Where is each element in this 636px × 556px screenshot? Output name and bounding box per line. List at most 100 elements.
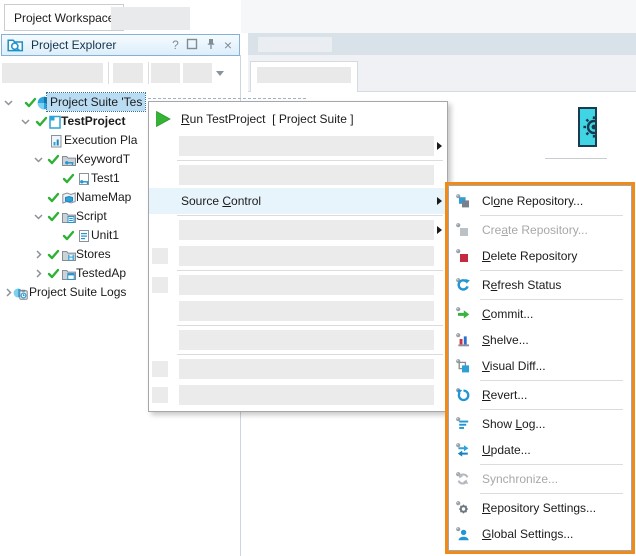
chevron-right-icon[interactable] [32, 248, 45, 261]
menu-item-run-testproject[interactable]: Run TestProject [ Project Suite ] [149, 105, 447, 133]
create-icon [455, 222, 471, 238]
commit-icon [455, 306, 471, 322]
refresh-icon [455, 277, 471, 293]
menu-item-icon-placeholder [152, 248, 168, 264]
submenu-item-repository-settings[interactable]: Repository Settings... [449, 495, 631, 521]
menu-item-label: Clone Repository... [482, 188, 583, 214]
submenu-item-global-settings[interactable]: Global Settings... [449, 521, 631, 547]
show-log-icon [455, 416, 471, 432]
menu-item-label-key: S [482, 333, 490, 347]
menu-item-label-key: R [482, 501, 491, 515]
submenu-item-visual-diff[interactable]: Visual Diff... [449, 353, 631, 379]
menu-item-placeholder[interactable] [149, 356, 447, 382]
chevron-down-icon[interactable] [32, 153, 45, 166]
submenu-item-clone-repository[interactable]: Clone Repository... [449, 188, 631, 214]
submenu-item-shelve[interactable]: Shelve... [449, 327, 631, 353]
submenu-item-show-log[interactable]: Show Log... [449, 411, 631, 437]
tree-item-label: TestedAp [73, 264, 129, 282]
tree-item-label: KeywordT [73, 150, 133, 168]
gear-panel-icon[interactable] [578, 107, 597, 147]
menu-item-label-placeholder [179, 385, 434, 405]
menu-item-placeholder[interactable] [149, 327, 447, 353]
context-menu: Run TestProject [ Project Suite ] Source … [148, 101, 448, 412]
tree-item-label: Unit1 [88, 226, 122, 244]
tree-item-label: Project Suite Logs [26, 283, 129, 301]
chevron-down-icon[interactable] [19, 115, 32, 128]
checkmark-icon [47, 248, 60, 261]
menu-item-icon-placeholder [152, 387, 168, 403]
menu-item-placeholder[interactable] [149, 133, 447, 159]
synchronize-icon [455, 471, 471, 487]
visual-diff-icon [455, 358, 471, 374]
menu-item-label-pre: Cl [482, 194, 493, 208]
menu-item-label: Delete Repository [482, 243, 577, 269]
menu-item-label-post: fresh Status [497, 278, 561, 292]
checkmark-icon [47, 267, 60, 280]
document-tab[interactable] [250, 61, 358, 92]
chevron-right-icon[interactable] [32, 267, 45, 280]
selection-focus-outline [148, 98, 306, 99]
checkmark-icon [62, 172, 75, 185]
submenu-item-create-repository: Create Repository... [449, 217, 631, 243]
revert-icon [455, 387, 471, 403]
menu-separator [480, 215, 623, 216]
submenu-arrow-icon [437, 226, 442, 234]
menu-item-label-placeholder [179, 246, 434, 266]
menu-item-label-key: C [222, 194, 231, 208]
menu-item-label: Source Control [181, 188, 261, 214]
submenu-item-refresh-status[interactable]: Refresh Status [449, 272, 631, 298]
delete-icon [455, 248, 471, 264]
chevron-down-icon[interactable] [2, 96, 15, 109]
menu-item-label-key: R [181, 112, 190, 126]
submenu-item-delete-repository[interactable]: Delete Repository [449, 243, 631, 269]
menu-item-placeholder[interactable] [149, 382, 447, 408]
tree-item-label: Project Suite 'Tes [47, 93, 145, 111]
menu-item-label-post: te Repository... [508, 223, 588, 237]
tree-item-label: Test1 [88, 169, 123, 187]
menu-separator [177, 325, 443, 326]
menu-item-label-key: U [482, 443, 491, 457]
menu-item-label-post: helve... [490, 333, 529, 347]
menu-item-label-placeholder [179, 275, 434, 295]
menu-item-placeholder[interactable] [149, 298, 447, 324]
menu-item-label-post: ommit... [491, 307, 534, 321]
menu-item-label-post: ontrol [231, 194, 261, 208]
source-control-submenu-highlight: Clone Repository...Create Repository...D… [445, 182, 635, 554]
menu-item-label-post: isual Diff... [490, 359, 546, 373]
menu-item-label-post: og... [522, 417, 545, 431]
menu-item-label-placeholder [179, 165, 434, 185]
toolbar-item-placeholder[interactable] [258, 37, 332, 52]
menu-item-label-key: C [482, 307, 491, 321]
checkmark-icon [62, 229, 75, 242]
submenu-item-update[interactable]: Update... [449, 437, 631, 463]
menu-separator [480, 380, 623, 381]
clone-icon [455, 193, 471, 209]
app-window: Project Workspace Project Explorer ? × [0, 0, 636, 556]
menu-item-label: Show Log... [482, 411, 545, 437]
checkmark-icon [47, 210, 60, 223]
menu-separator [177, 160, 443, 161]
menu-item-label-post: pdate... [491, 443, 531, 457]
main-toolbar-placeholder [248, 33, 636, 55]
document-tab-label-placeholder [257, 67, 351, 83]
menu-item-label-pre: Source [181, 194, 222, 208]
menu-item-label-key: D [482, 249, 491, 263]
menu-item-placeholder[interactable] [149, 243, 447, 269]
menu-item-placeholder[interactable] [149, 217, 447, 243]
menu-item-placeholder[interactable] [149, 162, 447, 188]
menu-item-label-post: evert... [491, 388, 528, 402]
menu-item-label-pre: Synchronize... [482, 472, 558, 486]
menu-item-label-post: ne Repository... [500, 194, 583, 208]
menu-item-label: Global Settings... [482, 521, 573, 547]
submenu-item-commit[interactable]: Commit... [449, 301, 631, 327]
chevron-down-icon[interactable] [32, 210, 45, 223]
menu-item-label-placeholder [179, 359, 434, 379]
menu-separator [177, 270, 443, 271]
menu-item-label: Commit... [482, 301, 533, 327]
menu-item-label-post: epository Settings... [491, 501, 596, 515]
menu-item-source-control[interactable]: Source Control [149, 188, 447, 214]
document-tabstrip [248, 55, 636, 92]
submenu-item-revert[interactable]: Revert... [449, 382, 631, 408]
menu-item-placeholder[interactable] [149, 272, 447, 298]
submenu-item-synchronize: Synchronize... [449, 466, 631, 492]
